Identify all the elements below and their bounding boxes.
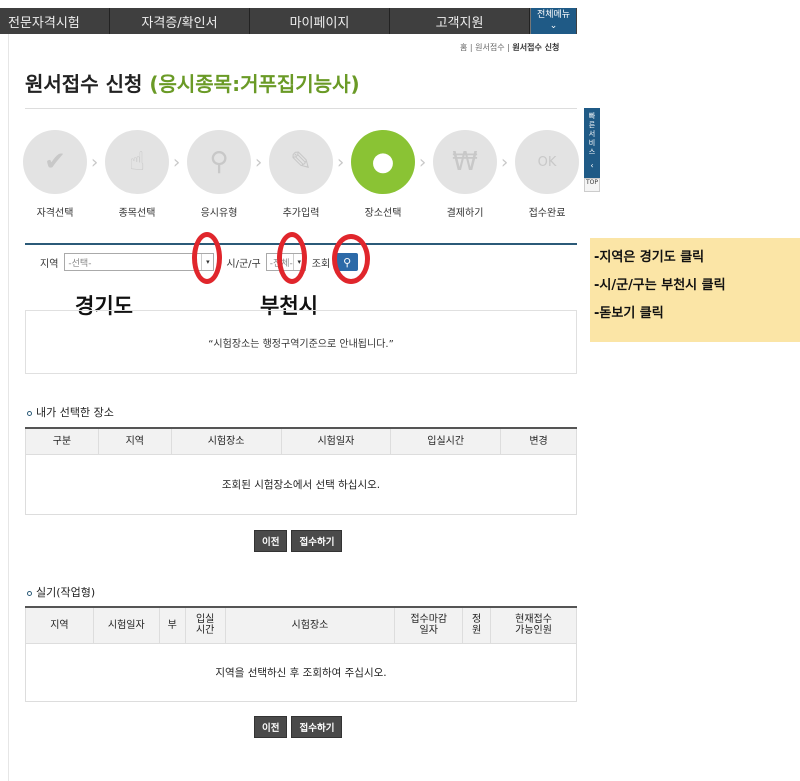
top-nav: 전문자격시험 자격증/확인서 마이페이지 고객지원 전체메뉴 ⌄ <box>0 8 577 34</box>
chevron-right-icon: › <box>91 152 99 173</box>
quick-service-label: 빠른서비스 <box>588 112 596 156</box>
col-category: 구분 <box>25 427 99 455</box>
page-title-text: 원서접수 신청 <box>25 72 143 96</box>
prev-button[interactable]: 이전 <box>254 530 288 552</box>
col-exam-place: 시험장소 <box>224 606 396 644</box>
col-entry-time: 입실 시간 <box>184 606 226 644</box>
practical-title: 실기(작업형) <box>27 584 95 600</box>
step-label: 결제하기 <box>446 208 484 219</box>
col-session: 부 <box>158 606 186 644</box>
table-header-row: 구분 지역 시험장소 시험일자 입실시간 변경 <box>25 427 577 455</box>
step-label: 추가입력 <box>282 208 320 219</box>
step-subject: ☝ 종목선택 <box>105 130 169 219</box>
col-exam-date: 시험일자 <box>92 606 160 644</box>
step-payment: ₩ 결제하기 <box>433 130 497 219</box>
step-label: 접수완료 <box>528 208 566 219</box>
nav-item-professional-exam[interactable]: 전문자격시험 <box>0 8 110 34</box>
practical-table: 지역 시험일자 부 입실 시간 시험장소 접수마감 일자 정 원 현재접수 가능… <box>25 606 577 702</box>
step-exam-type: ⚲ 응시유형 <box>187 130 251 219</box>
won-coin-icon: ₩ <box>433 130 497 194</box>
title-divider <box>25 108 577 109</box>
step-label: 자격선택 <box>36 208 74 219</box>
col-exam-date: 시험일자 <box>280 427 392 455</box>
empty-message: 지역을 선택하신 후 조회하여 주십시오. <box>25 642 577 702</box>
col-region: 지역 <box>25 606 94 644</box>
map-pin-icon: ● <box>351 130 415 194</box>
scroll-top-label: TOP <box>585 179 598 186</box>
notice-text: “시험장소는 행정구역기준으로 안내됩니다.” <box>208 338 394 350</box>
col-deadline: 접수마감 일자 <box>394 606 464 644</box>
nav-item-mypage[interactable]: 마이페이지 <box>250 8 390 34</box>
chevron-right-icon: › <box>419 152 427 173</box>
step-label: 종목선택 <box>118 208 156 219</box>
all-menu-label: 전체메뉴 <box>536 10 571 20</box>
col-change: 변경 <box>500 427 577 455</box>
selected-place-title-text: 내가 선택한 장소 <box>36 406 114 419</box>
breadcrumb: 홈 | 원서접수 | 원서접수 신청 <box>460 42 559 53</box>
city-label: 시/군/구 <box>226 258 261 270</box>
step-complete: OK 접수완료 <box>515 130 579 219</box>
selected-place-title: 내가 선택한 장소 <box>27 404 114 420</box>
city-dropdown-highlight <box>277 232 307 284</box>
nav-item-support[interactable]: 고객지원 <box>390 8 530 34</box>
chevron-down-icon: ⌄ <box>549 21 558 31</box>
region-select-value: -선택- <box>68 258 92 269</box>
action-buttons-top: 이전 접수하기 <box>254 530 343 552</box>
chevron-right-icon: › <box>173 152 181 173</box>
col-capacity: 정 원 <box>462 606 492 644</box>
callout-line-3: -돋보기 클릭 <box>594 306 664 321</box>
quick-service-tab[interactable]: 빠른서비스 ‹ <box>584 108 600 178</box>
prev-button[interactable]: 이전 <box>254 716 288 738</box>
chevron-left-icon: ‹ <box>590 161 594 170</box>
submit-button[interactable]: 접수하기 <box>291 716 343 738</box>
step-label: 장소선택 <box>364 208 402 219</box>
step-additional-input: ✎ 추가입력 <box>269 130 333 219</box>
practical-title-text: 실기(작업형) <box>36 586 96 599</box>
chevron-right-icon: › <box>501 152 509 173</box>
page-subject: (응시종목:거푸집기능사) <box>149 72 360 96</box>
step-progress: ✔ 자격선택 › ☝ 종목선택 › ⚲ 응시유형 › ✎ 추가입력 › ● 장소… <box>23 130 583 220</box>
table-row: 지역을 선택하신 후 조회하여 주십시오. <box>25 642 577 702</box>
submit-button[interactable]: 접수하기 <box>291 530 343 552</box>
lookup-label: 조회 <box>311 258 331 270</box>
chevron-right-icon: › <box>337 152 345 173</box>
selected-place-table: 구분 지역 시험장소 시험일자 입실시간 변경 조회된 시험장소에서 선택 하십… <box>25 427 577 515</box>
magnifier-icon: ⚲ <box>187 130 251 194</box>
instruction-callout: -지역은 경기도 클릭 -시/군/구는 부천시 클릭 -돋보기 클릭 <box>590 238 800 342</box>
table-row: 조회된 시험장소에서 선택 하십시오. <box>25 453 577 515</box>
page-title: 원서접수 신청 (응시종목:거푸집기능사) <box>25 68 360 97</box>
left-divider <box>8 34 9 781</box>
region-label: 지역 <box>40 258 59 270</box>
bullet-icon <box>27 410 32 416</box>
chevron-right-icon: › <box>255 152 263 173</box>
search-button-highlight <box>332 234 370 284</box>
col-region: 지역 <box>97 427 172 455</box>
col-exam-place: 시험장소 <box>170 427 282 455</box>
nav-item-certificate[interactable]: 자격증/확인서 <box>110 8 250 34</box>
action-buttons-bottom: 이전 접수하기 <box>254 716 343 738</box>
empty-message: 조회된 시험장소에서 선택 하십시오. <box>25 453 577 515</box>
scroll-top-button[interactable]: TOP <box>584 178 600 192</box>
callout-line-1: -지역은 경기도 클릭 <box>594 250 705 265</box>
col-entry-time: 입실시간 <box>390 427 502 455</box>
check-icon: ✔ <box>23 130 87 194</box>
notice-box: “시험장소는 행정구역기준으로 안내됩니다.” <box>25 310 577 374</box>
table-header-row: 지역 시험일자 부 입실 시간 시험장소 접수마감 일자 정 원 현재접수 가능… <box>25 606 577 644</box>
breadcrumb-current: 원서접수 신청 <box>512 43 560 52</box>
step-place-selection: ● 장소선택 <box>351 130 415 219</box>
all-menu-button[interactable]: 전체메뉴 ⌄ <box>530 8 576 34</box>
monitor-ok-icon: OK <box>515 130 579 194</box>
pencil-icon: ✎ <box>269 130 333 194</box>
step-label: 응시유형 <box>200 208 238 219</box>
hand-pointer-icon: ☝ <box>105 130 169 194</box>
region-dropdown-highlight <box>192 232 222 284</box>
breadcrumb-middle: | 원서접수 | <box>467 43 513 52</box>
col-available: 현재접수 가능인원 <box>490 606 577 644</box>
bullet-icon <box>27 590 32 596</box>
step-qualification: ✔ 자격선택 <box>23 130 87 219</box>
callout-line-2: -시/군/구는 부천시 클릭 <box>594 278 726 293</box>
